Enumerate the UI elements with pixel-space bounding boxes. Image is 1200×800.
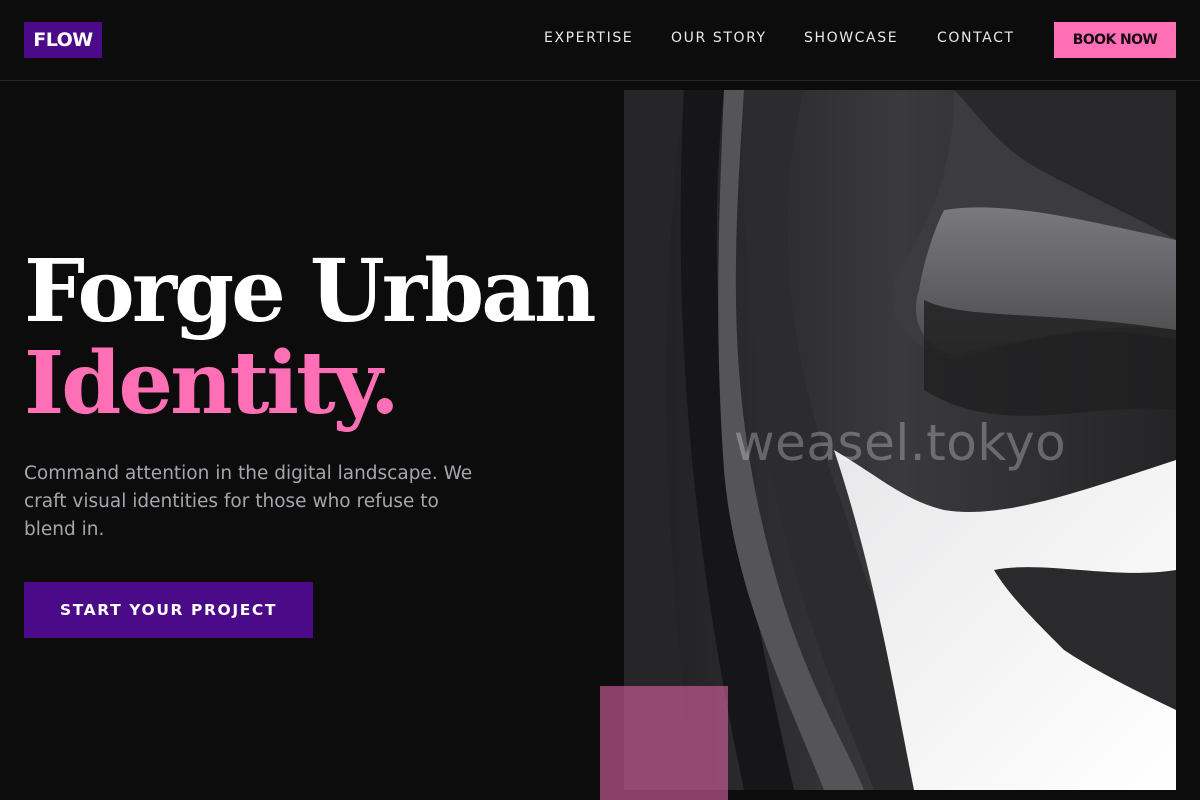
start-project-button[interactable]: START YOUR PROJECT	[24, 582, 313, 638]
book-now-button[interactable]: BOOK NOW	[1054, 22, 1176, 58]
abstract-artwork-image	[624, 90, 1176, 790]
hero-subtext: Command attention in the digital landsca…	[24, 463, 473, 540]
decorative-pink-square	[600, 686, 728, 800]
headline-line-1: Forge Urban	[24, 241, 597, 342]
nav-showcase[interactable]: SHOWCASE	[804, 30, 898, 46]
main-nav: EXPERTISE OUR STORY SHOWCASE CONTACT	[0, 30, 1200, 50]
site-header: FLOW EXPERTISE OUR STORY SHOWCASE CONTAC…	[0, 0, 1200, 81]
nav-our-story[interactable]: OUR STORY	[671, 30, 767, 46]
headline-line-2: Identity.	[24, 333, 400, 434]
nav-expertise[interactable]: EXPERTISE	[544, 30, 633, 46]
nav-contact[interactable]: CONTACT	[937, 30, 1015, 46]
hero-artwork	[624, 90, 1176, 790]
hero-headline: Forge Urban Identity.	[24, 241, 597, 434]
